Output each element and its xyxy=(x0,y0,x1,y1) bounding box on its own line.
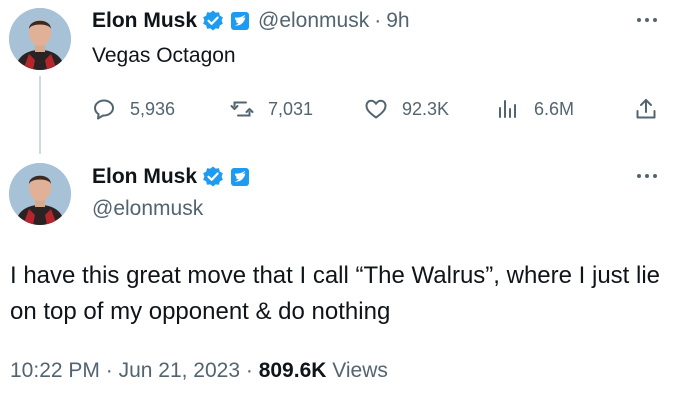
separator-dot: · xyxy=(374,9,382,32)
repost-button[interactable]: 7,031 xyxy=(230,92,313,126)
reply-author-name[interactable]: Elon Musk xyxy=(92,9,197,33)
thread-connector-line xyxy=(39,76,41,154)
more-dots-icon[interactable] xyxy=(634,166,660,186)
views-bars-icon xyxy=(499,100,516,118)
verified-badge-icon[interactable] xyxy=(202,10,224,32)
like-count: 92.3K xyxy=(402,98,450,119)
like-button[interactable]: 92.3K xyxy=(364,92,449,126)
tweet-time[interactable]: 10:22 PM xyxy=(10,359,100,382)
reply-author-handle[interactable]: @elonmusk xyxy=(258,9,369,33)
reply-bubble-icon xyxy=(94,99,114,120)
reply-time-ago[interactable]: 9h xyxy=(386,9,409,33)
main-author-avatar[interactable] xyxy=(9,163,71,225)
tweet-date[interactable]: Jun 21, 2023 xyxy=(119,359,240,382)
verified-badge-icon[interactable] xyxy=(202,166,224,188)
share-upload-icon xyxy=(636,99,656,119)
separator-dot: · xyxy=(105,359,113,382)
heart-icon xyxy=(365,99,387,119)
repost-count: 7,031 xyxy=(268,98,314,119)
x-affiliate-badge-icon[interactable] xyxy=(230,11,250,31)
repost-icon xyxy=(230,101,254,117)
reply-button[interactable]: 5,936 xyxy=(92,92,175,126)
reply-author-row: Elon Musk @elonmusk · 9h xyxy=(92,8,410,34)
views-count: 6.6M xyxy=(534,98,575,119)
tweet-meta-line: 10:22 PM · Jun 21, 2023 · 809.6K Views xyxy=(10,359,388,383)
separator-dot: · xyxy=(245,359,253,382)
reply-author-avatar[interactable] xyxy=(9,8,71,70)
reply-action-bar: 5,936 7,031 92.3K 6.6M xyxy=(92,92,664,126)
views-total-count: 809.6K xyxy=(258,359,327,382)
x-affiliate-badge-icon[interactable] xyxy=(230,167,250,187)
views-button[interactable]: 6.6M xyxy=(496,92,574,126)
main-author-handle[interactable]: @elonmusk xyxy=(92,197,203,221)
reply-tweet-text: Vegas Octagon xyxy=(92,44,236,67)
main-author-row: Elon Musk xyxy=(92,164,250,190)
main-author-name[interactable]: Elon Musk xyxy=(92,165,197,189)
share-button[interactable] xyxy=(634,92,658,126)
avatar-image xyxy=(9,8,71,70)
main-tweet-text: I have this great move that I call “The … xyxy=(10,262,661,325)
avatar-image xyxy=(9,163,71,225)
reply-count: 5,936 xyxy=(130,98,176,119)
more-dots-icon[interactable] xyxy=(634,10,660,30)
views-label: Views xyxy=(332,359,388,382)
